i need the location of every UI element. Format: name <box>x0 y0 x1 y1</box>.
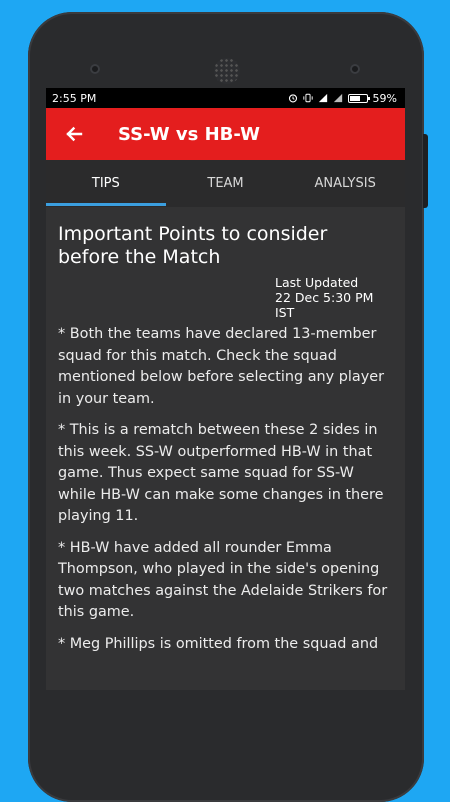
battery-icon <box>347 93 370 103</box>
status-time: 2:55 PM <box>52 91 97 105</box>
earpiece-speaker <box>214 58 240 84</box>
tip-paragraph: * HB-W have added all rounder Emma Thomp… <box>58 539 388 621</box>
signal-icon-1 <box>318 93 327 103</box>
last-updated: Last Updated 22 Dec 5:30 PM IST <box>275 275 393 320</box>
vibrate-icon <box>302 93 313 103</box>
tab-analysis[interactable]: ANALYSIS <box>285 160 405 206</box>
app-bar: SS-W vs HB-W <box>46 108 405 160</box>
tip-paragraph: * This is a rematch between these 2 side… <box>58 422 384 524</box>
tab-bar: TIPS TEAM ANALYSIS <box>46 160 405 207</box>
phone-top-bezel <box>28 12 424 92</box>
status-icons: 59% <box>288 92 397 105</box>
status-bar: 2:55 PM 59% <box>46 88 405 108</box>
proximity-sensor <box>350 64 360 74</box>
tab-tips[interactable]: TIPS <box>46 160 166 206</box>
screen: 2:55 PM 59% SS-W vs HB-W TIPS TEAM ANALY… <box>46 88 405 690</box>
tab-team[interactable]: TEAM <box>166 160 286 206</box>
battery-percent: 59% <box>372 91 397 105</box>
tip-paragraph: * Meg Phillips is omitted from the squad… <box>58 635 379 652</box>
last-updated-label: Last Updated <box>275 275 359 290</box>
tips-content: Important Points to consider before the … <box>46 207 405 655</box>
front-camera <box>90 64 100 74</box>
signal-icon-2 <box>333 93 342 103</box>
arrow-left-icon[interactable] <box>64 124 84 144</box>
match-title: SS-W vs HB-W <box>118 123 260 145</box>
power-button <box>423 134 428 208</box>
tips-heading: Important Points to consider before the … <box>58 223 328 268</box>
alarm-icon <box>288 94 297 103</box>
tip-paragraph: * Both the teams have declared 13-member… <box>58 326 384 407</box>
last-updated-value: 22 Dec 5:30 PM IST <box>275 290 374 320</box>
